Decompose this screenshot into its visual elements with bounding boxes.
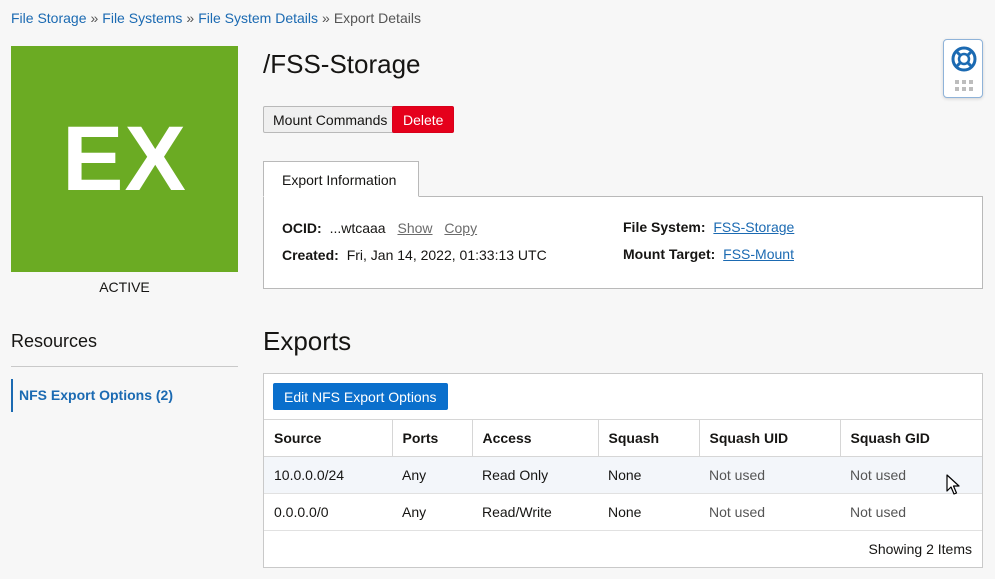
breadcrumb-separator: » <box>90 10 99 26</box>
column-header-source[interactable]: Source <box>264 419 393 457</box>
lifebuoy-icon[interactable] <box>944 43 984 77</box>
cell-squash-uid: Not used <box>699 493 840 531</box>
column-header-squash[interactable]: Squash <box>598 419 700 457</box>
cell-ports: Any <box>392 493 472 531</box>
table-row[interactable]: 10.0.0.0/24 Any Read Only None Not used … <box>264 456 982 494</box>
resources-divider <box>11 366 238 367</box>
created-row: Created: Fri, Jan 14, 2022, 01:33:13 UTC <box>282 247 547 263</box>
mouse-cursor-icon <box>946 474 960 495</box>
created-value: Fri, Jan 14, 2022, 01:33:13 UTC <box>346 247 547 263</box>
file-system-label: File System: <box>623 219 706 235</box>
tab-export-information[interactable]: Export Information <box>263 161 419 197</box>
column-header-squash-uid[interactable]: Squash UID <box>699 419 841 457</box>
ocid-copy-link[interactable]: Copy <box>444 220 477 236</box>
ocid-show-link[interactable]: Show <box>397 220 432 236</box>
cell-access: Read/Write <box>472 493 598 531</box>
resource-tile-text: EX <box>62 107 187 210</box>
file-system-link[interactable]: FSS-Storage <box>713 219 794 235</box>
breadcrumb-file-storage[interactable]: File Storage <box>11 10 86 26</box>
table-row[interactable]: 0.0.0.0/0 Any Read/Write None Not used N… <box>264 493 982 531</box>
column-header-squash-gid[interactable]: Squash GID <box>840 419 982 457</box>
breadcrumb-current: Export Details <box>333 10 421 26</box>
cell-squash: None <box>598 493 699 531</box>
delete-button[interactable]: Delete <box>392 106 455 133</box>
status-label: ACTIVE <box>99 279 150 295</box>
cell-squash-uid: Not used <box>699 456 840 494</box>
cell-source: 0.0.0.0/0 <box>264 493 392 531</box>
breadcrumb-file-system-details[interactable]: File System Details <box>198 10 318 26</box>
ocid-row: OCID: ...wtcaaa Show Copy <box>282 220 477 236</box>
mount-target-row: Mount Target: FSS-Mount <box>623 246 794 262</box>
cell-squash-gid: Not used <box>840 493 982 531</box>
exports-table: Source Ports Access Squash Squash UID Sq… <box>264 419 982 531</box>
help-widget[interactable] <box>943 39 983 98</box>
exports-panel: Edit NFS Export Options Source Ports Acc… <box>263 373 983 568</box>
cell-access: Read Only <box>472 456 598 494</box>
mount-target-link[interactable]: FSS-Mount <box>723 246 794 262</box>
items-count: Showing 2 Items <box>868 541 973 557</box>
breadcrumb-separator: » <box>186 10 195 26</box>
grid-dots-icon[interactable] <box>944 78 984 96</box>
column-header-access[interactable]: Access <box>472 419 599 457</box>
resource-icon-tile: EX <box>11 46 238 272</box>
breadcrumb: File Storage» File Systems» File System De… <box>11 10 421 26</box>
file-system-row: File System: FSS-Storage <box>623 219 794 235</box>
exports-heading: Exports <box>263 326 352 356</box>
export-information-panel: OCID: ...wtcaaa Show Copy Created: Fri, … <box>263 196 983 289</box>
ocid-label: OCID: <box>282 220 322 236</box>
mount-commands-button[interactable]: Mount Commands <box>263 106 398 133</box>
resources-heading: Resources <box>11 331 98 351</box>
table-header-row: Source Ports Access Squash Squash UID Sq… <box>264 419 982 457</box>
cell-source: 10.0.0.0/24 <box>264 456 392 494</box>
sidebar-item-nfs-export-options[interactable]: NFS Export Options (2) <box>11 379 238 412</box>
edit-nfs-export-options-button[interactable]: Edit NFS Export Options <box>273 383 448 410</box>
breadcrumb-separator: » <box>322 10 330 26</box>
ocid-value: ...wtcaaa <box>329 220 386 236</box>
page-title: /FSS-Storage <box>263 49 421 79</box>
breadcrumb-file-systems[interactable]: File Systems <box>102 10 182 26</box>
cell-ports: Any <box>392 456 472 494</box>
created-label: Created: <box>282 247 339 263</box>
mount-target-label: Mount Target: <box>623 246 716 262</box>
cell-squash: None <box>598 456 699 494</box>
column-header-ports[interactable]: Ports <box>392 419 473 457</box>
